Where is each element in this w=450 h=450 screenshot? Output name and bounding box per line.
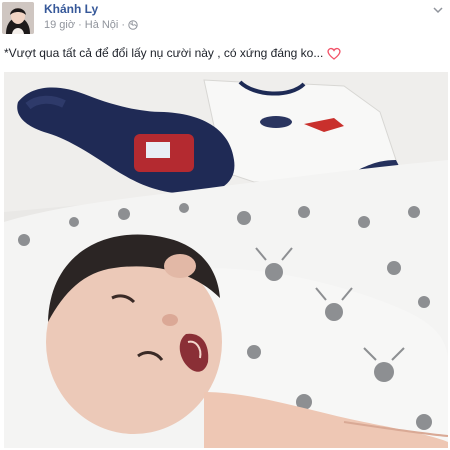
post-meta: 19 giờ · Hà Nội ·	[44, 19, 138, 31]
meta-separator: ·	[78, 19, 82, 31]
baby-photo	[4, 72, 448, 448]
post-time[interactable]: 19 giờ	[44, 19, 75, 31]
post-photo[interactable]	[4, 72, 448, 448]
avatar[interactable]	[2, 2, 34, 34]
chevron-down-icon[interactable]	[432, 4, 444, 16]
avatar-image	[2, 2, 34, 34]
post-location[interactable]: Hà Nội	[85, 19, 119, 31]
post-caption: *Vượt qua tất cả để đổi lấy nụ cười này …	[4, 46, 341, 60]
heart-icon	[327, 47, 341, 60]
globe-icon[interactable]	[128, 20, 138, 30]
author-name[interactable]: Khánh Ly	[44, 2, 98, 16]
meta-separator-2: ·	[121, 19, 126, 31]
post-header: Khánh Ly 19 giờ · Hà Nội ·	[0, 0, 450, 40]
caption-text: *Vượt qua tất cả để đổi lấy nụ cười này …	[4, 46, 324, 60]
